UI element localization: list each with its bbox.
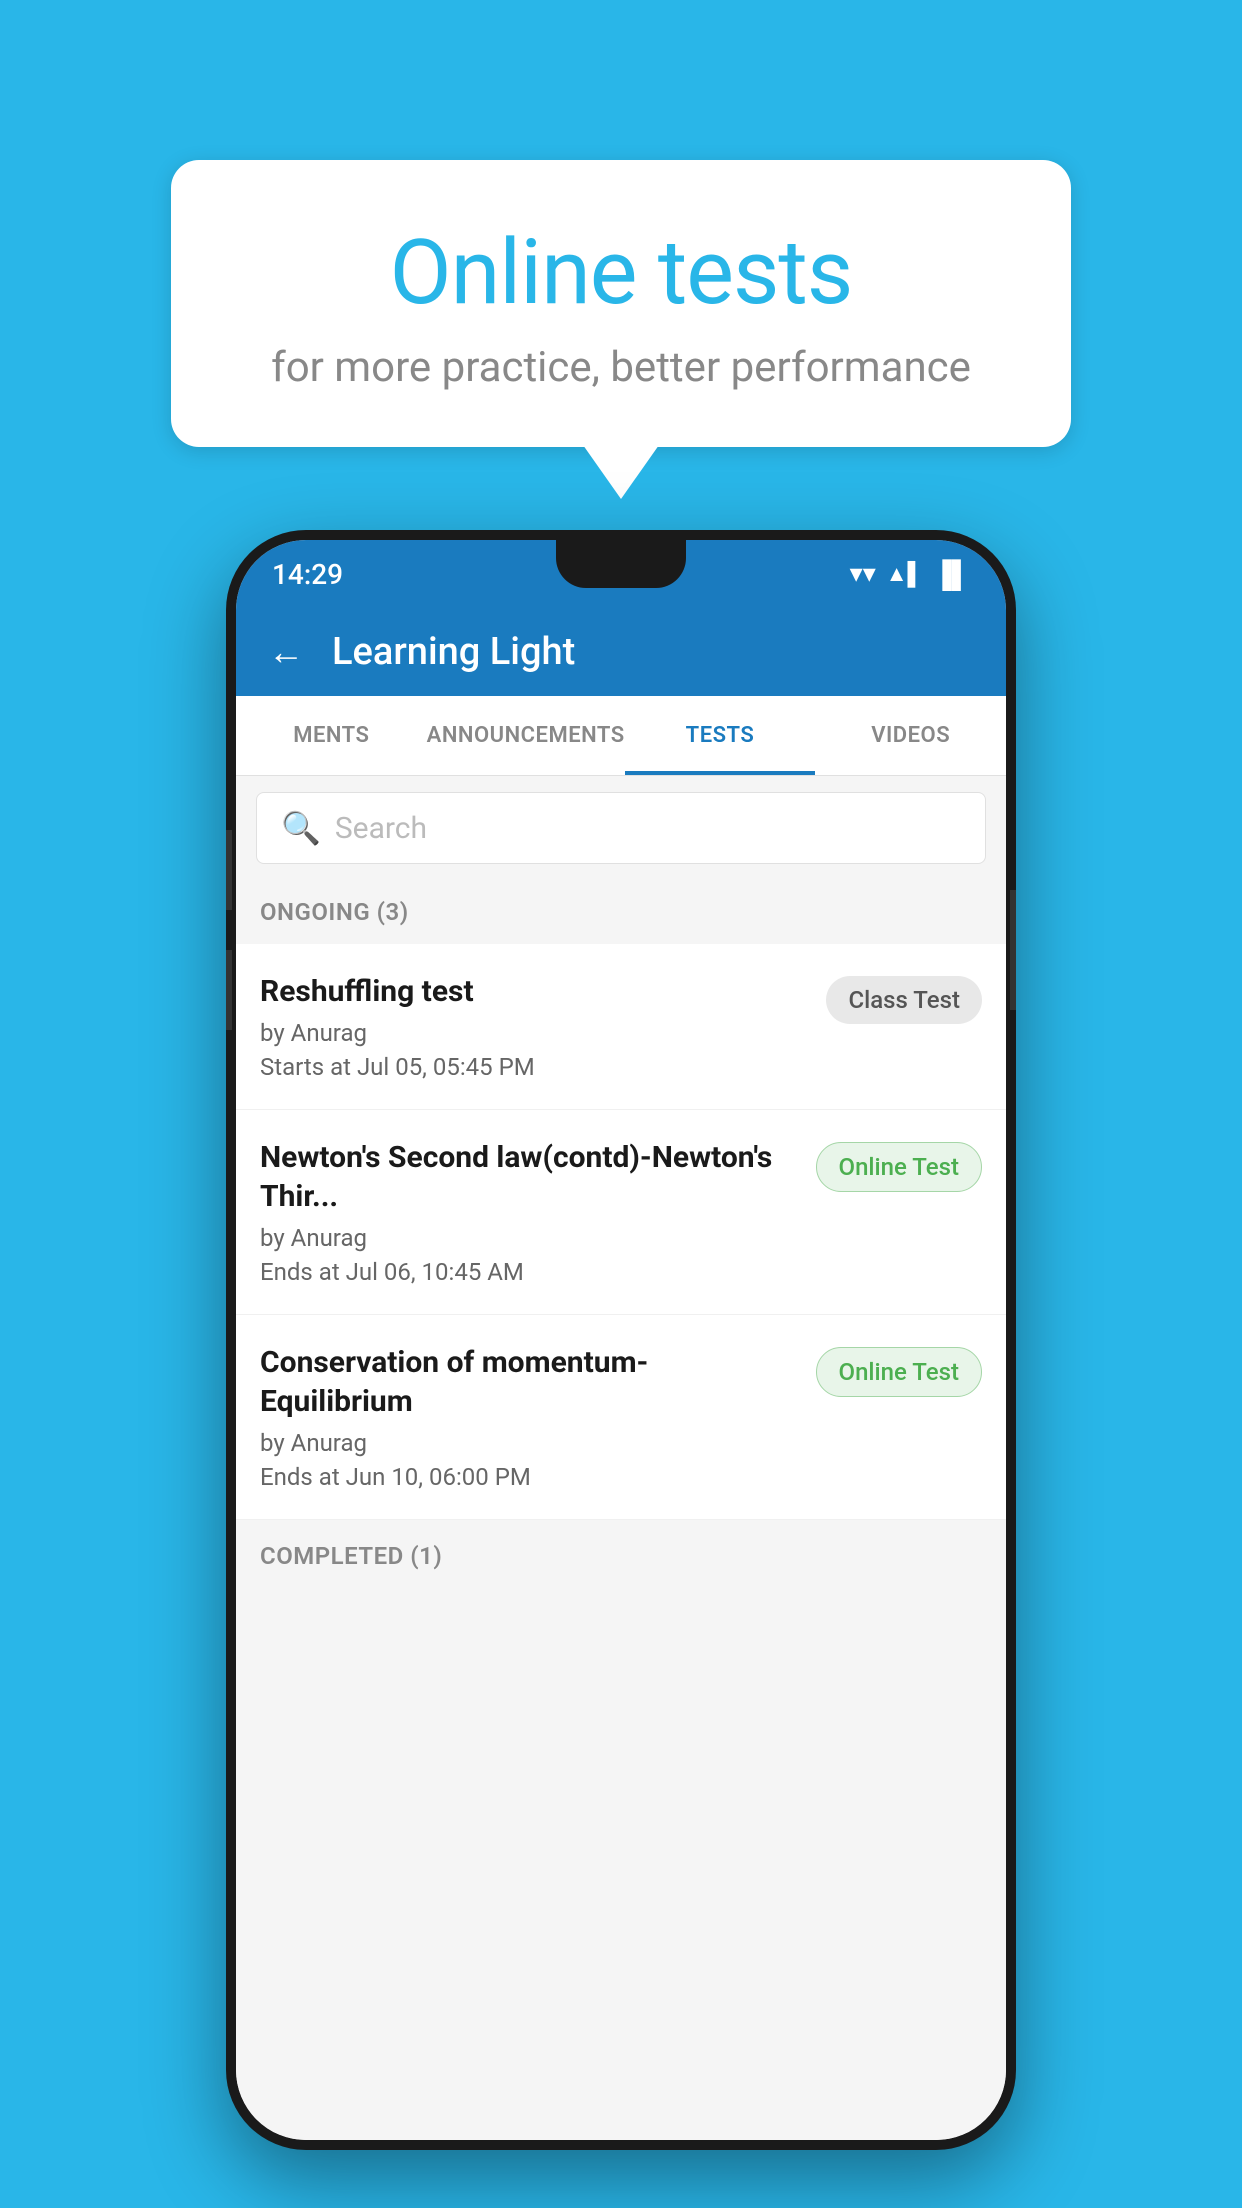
test-date-2: Ends at Jul 06, 10:45 AM — [260, 1258, 800, 1286]
test-name-3: Conservation of momentum-Equilibrium — [260, 1343, 800, 1421]
test-name-2: Newton's Second law(contd)-Newton's Thir… — [260, 1138, 800, 1216]
tabs-bar: MENTS ANNOUNCEMENTS TESTS VIDEOS — [236, 696, 1006, 776]
bubble-title: Online tests — [251, 220, 991, 325]
notch — [556, 540, 686, 588]
screen-content: MENTS ANNOUNCEMENTS TESTS VIDEOS 🔍 Searc… — [236, 696, 1006, 2140]
completed-section-title: COMPLETED (1) — [260, 1542, 442, 1570]
status-bar: 14:29 ▾▾ ▲▌ ▐▌ — [236, 540, 1006, 608]
test-author-2: by Anurag — [260, 1224, 800, 1252]
status-time: 14:29 — [272, 558, 343, 591]
phone-screen: 14:29 ▾▾ ▲▌ ▐▌ ← Learning Light MENTS AN… — [236, 540, 1006, 2140]
ongoing-section-title: ONGOING (3) — [260, 898, 409, 926]
app-bar: ← Learning Light — [236, 608, 1006, 696]
list-item[interactable]: Conservation of momentum-Equilibrium by … — [236, 1315, 1006, 1520]
back-button[interactable]: ← — [260, 623, 312, 681]
test-author-3: by Anurag — [260, 1429, 800, 1457]
speech-bubble-container: Online tests for more practice, better p… — [171, 160, 1071, 447]
test-info-2: Newton's Second law(contd)-Newton's Thir… — [260, 1138, 800, 1286]
test-badge-2: Online Test — [816, 1142, 982, 1192]
search-icon: 🔍 — [281, 809, 321, 847]
test-date-1: Starts at Jul 05, 05:45 PM — [260, 1053, 810, 1081]
speech-bubble: Online tests for more practice, better p… — [171, 160, 1071, 447]
bubble-subtitle: for more practice, better performance — [251, 343, 991, 392]
tab-assignments[interactable]: MENTS — [236, 696, 427, 775]
status-icons: ▾▾ ▲▌ ▐▌ — [850, 559, 970, 590]
test-badge-3: Online Test — [816, 1347, 982, 1397]
phone-frame: 14:29 ▾▾ ▲▌ ▐▌ ← Learning Light MENTS AN… — [226, 530, 1016, 2150]
ongoing-section-header: ONGOING (3) — [236, 880, 1006, 944]
volume-down-button — [226, 950, 232, 1030]
tab-announcements[interactable]: ANNOUNCEMENTS — [427, 696, 625, 775]
test-name-1: Reshuffling test — [260, 972, 810, 1011]
test-info-3: Conservation of momentum-Equilibrium by … — [260, 1343, 800, 1491]
test-info-1: Reshuffling test by Anurag Starts at Jul… — [260, 972, 810, 1081]
list-item[interactable]: Newton's Second law(contd)-Newton's Thir… — [236, 1110, 1006, 1315]
test-badge-1: Class Test — [826, 976, 982, 1024]
test-list: Reshuffling test by Anurag Starts at Jul… — [236, 944, 1006, 1520]
search-container: 🔍 Search — [236, 776, 1006, 880]
completed-section-header: COMPLETED (1) — [236, 1524, 1006, 1588]
app-title: Learning Light — [332, 630, 575, 674]
wifi-icon: ▾▾ — [850, 559, 876, 589]
list-item[interactable]: Reshuffling test by Anurag Starts at Jul… — [236, 944, 1006, 1110]
tab-videos[interactable]: VIDEOS — [815, 696, 1006, 775]
signal-icon: ▲▌ — [886, 561, 923, 587]
power-button — [1010, 890, 1016, 1010]
search-input[interactable]: Search — [335, 811, 427, 846]
test-date-3: Ends at Jun 10, 06:00 PM — [260, 1463, 800, 1491]
battery-icon: ▐▌ — [933, 559, 970, 590]
search-bar[interactable]: 🔍 Search — [256, 792, 986, 864]
tab-tests[interactable]: TESTS — [625, 696, 816, 775]
volume-up-button — [226, 830, 232, 910]
test-author-1: by Anurag — [260, 1019, 810, 1047]
